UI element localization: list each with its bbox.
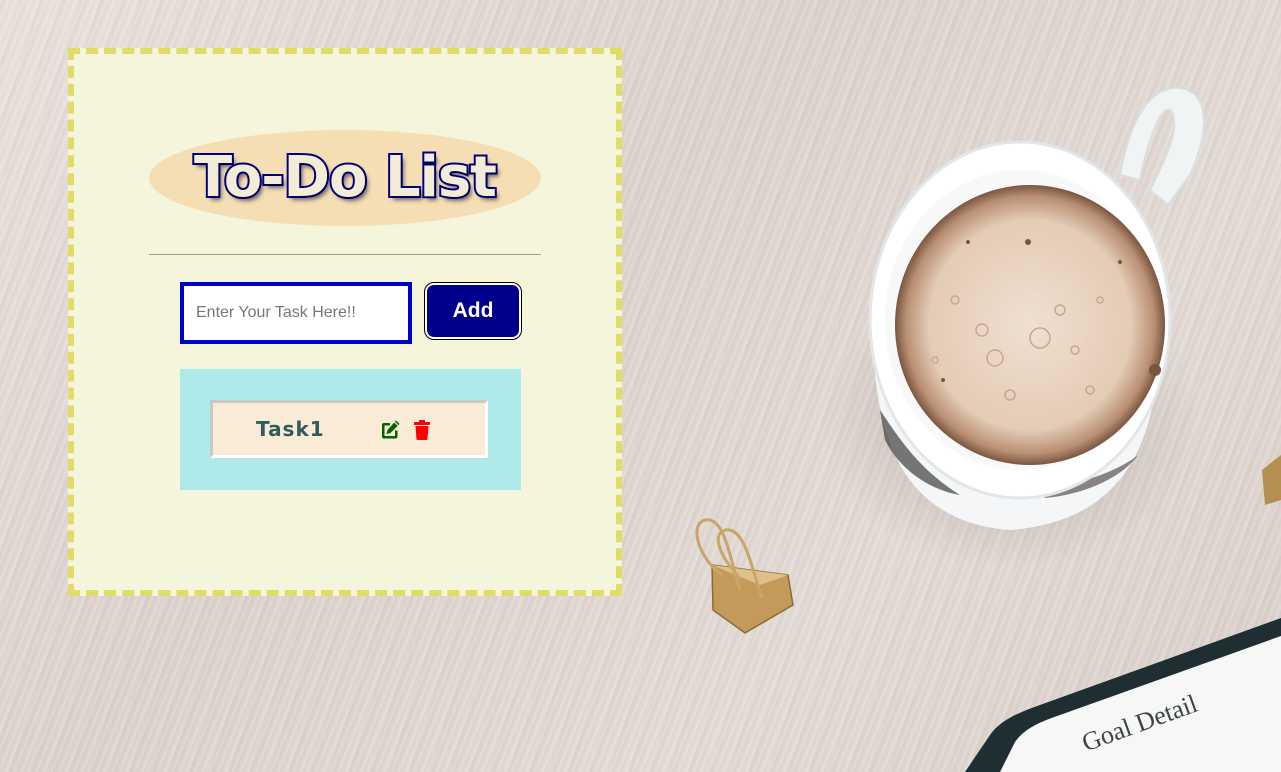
task-list: Task1 xyxy=(180,369,521,490)
edit-icon[interactable] xyxy=(379,418,401,442)
trash-icon[interactable] xyxy=(411,418,433,442)
task-input[interactable] xyxy=(180,282,412,344)
divider xyxy=(149,254,541,255)
add-button[interactable]: Add xyxy=(424,282,522,340)
todo-card: To-Do List Add Task1 xyxy=(68,48,622,596)
title-banner: To-Do List xyxy=(149,130,541,226)
page-title: To-Do List xyxy=(192,145,499,210)
task-text: Task1 xyxy=(256,417,325,441)
list-item: Task1 xyxy=(210,400,488,458)
